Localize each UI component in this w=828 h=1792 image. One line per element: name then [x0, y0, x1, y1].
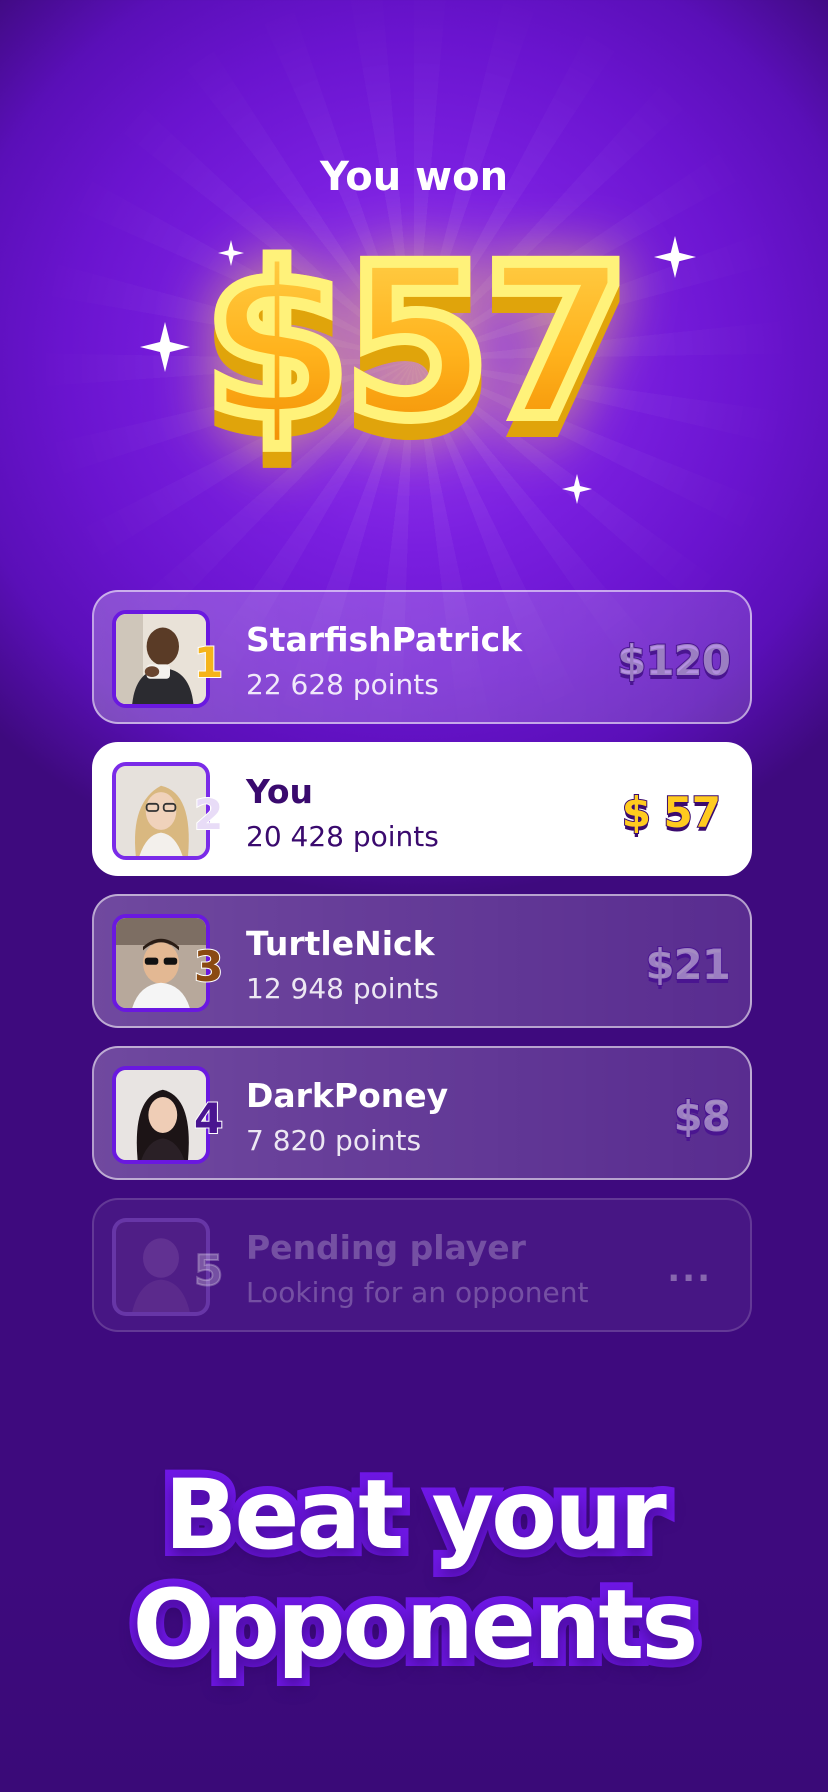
player-points: 20 428 points	[246, 820, 439, 853]
leaderboard-row[interactable]: 4 DarkPoney 7 820 points $8	[92, 1046, 752, 1180]
rank-number: 1	[193, 637, 224, 688]
sparkle-icon	[140, 322, 190, 372]
player-points: 22 628 points	[246, 668, 439, 701]
prize-amount: $57	[0, 232, 828, 454]
prize-value: $120	[616, 635, 732, 686]
player-name: TurtleNick	[246, 924, 435, 963]
sparkle-icon	[654, 236, 696, 278]
rank-number: 2	[193, 789, 224, 840]
leaderboard-row-you[interactable]: 2 You 20 428 points $ 57	[92, 742, 752, 876]
player-name: DarkPoney	[246, 1076, 449, 1115]
leaderboard-row[interactable]: 1 StarfishPatrick 22 628 points $120	[92, 590, 752, 724]
player-status: Looking for an opponent	[246, 1276, 589, 1309]
rank-number: 5	[193, 1245, 224, 1296]
you-won-label: You won	[319, 154, 509, 200]
sparkle-icon	[562, 474, 592, 504]
tagline-line-2: Opponents	[125, 1562, 707, 1688]
prize-value: $21	[644, 939, 732, 990]
leaderboard-row[interactable]: 3 TurtleNick 12 948 points $21	[92, 894, 752, 1028]
prize-value: $ 57	[621, 787, 722, 838]
sparkle-icon	[218, 240, 244, 266]
tagline-line-1: Beat your	[156, 1452, 675, 1578]
player-points: 12 948 points	[246, 972, 439, 1005]
player-points: 7 820 points	[246, 1124, 422, 1157]
player-name: Pending player	[246, 1228, 526, 1267]
prize-value: $8	[673, 1091, 732, 1142]
rank-number: 3	[193, 941, 224, 992]
player-name: You	[246, 772, 314, 811]
more-dots-icon: ...	[667, 1250, 712, 1290]
leaderboard-row-pending: 5 Pending player Looking for an opponent…	[92, 1198, 752, 1332]
rank-number: 4	[193, 1093, 224, 1144]
tagline: Beat your Opponents	[0, 1452, 828, 1688]
player-name: StarfishPatrick	[246, 620, 523, 659]
